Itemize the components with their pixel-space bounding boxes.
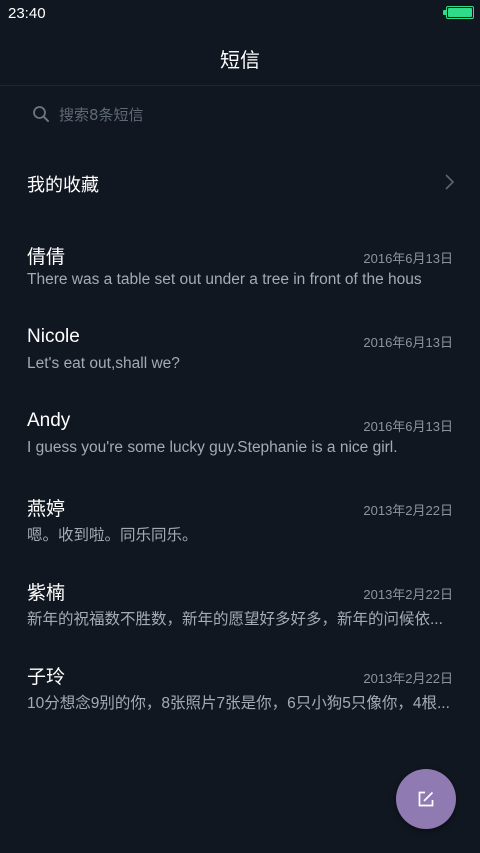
message-item[interactable]: 燕婷 2013年2月22日 嗯。收到啦。同乐同乐。 (0, 480, 480, 564)
sender-name: 燕婷 (27, 499, 66, 520)
sender-name: 倩倩 (27, 247, 66, 268)
compose-button[interactable] (396, 769, 456, 829)
message-date: 2016年6月13日 (363, 335, 453, 350)
message-item[interactable]: Andy 2016年6月13日 I guess you're some luck… (0, 396, 480, 480)
favorites-label: 我的收藏 (27, 175, 99, 196)
battery-level-fill (448, 8, 472, 17)
message-preview: 嗯。收到啦。同乐同乐。 (27, 527, 198, 544)
message-item[interactable]: 紫楠 2013年2月22日 新年的祝福数不胜数，新年的愿望好多好多，新年的问候依… (0, 564, 480, 648)
message-date: 2013年2月22日 (363, 587, 453, 602)
page-title: 短信 (220, 48, 260, 72)
search-icon (33, 106, 49, 122)
title-bar: 短信 (0, 28, 480, 86)
message-preview: I guess you're some lucky guy.Stephanie … (27, 439, 398, 456)
status-bar: 23:40 (0, 0, 480, 28)
message-item[interactable]: 子玲 2013年2月22日 10分想念9别的你，8张照片7张是你，6只小狗5只像… (0, 648, 480, 732)
search-input[interactable]: 搜索8条短信 (59, 104, 144, 125)
sender-name: 子玲 (27, 667, 66, 688)
sender-name: Nicole (27, 326, 80, 347)
message-preview: Let's eat out,shall we? (27, 355, 180, 372)
sender-name: 紫楠 (27, 583, 66, 604)
status-time: 23:40 (8, 5, 46, 22)
search-bar[interactable]: 搜索8条短信 (26, 98, 454, 130)
message-item[interactable]: Nicole 2016年6月13日 Let's eat out,shall we… (0, 312, 480, 396)
chevron-right-icon (445, 174, 455, 190)
message-date: 2016年6月13日 (363, 251, 453, 266)
message-preview: 新年的祝福数不胜数，新年的愿望好多好多，新年的问候依... (27, 611, 443, 628)
compose-icon (418, 791, 434, 807)
message-date: 2013年2月22日 (363, 671, 453, 686)
message-date: 2013年2月22日 (363, 503, 453, 518)
battery-icon (443, 6, 474, 19)
message-preview: There was a table set out under a tree i… (27, 271, 422, 288)
message-preview: 10分想念9别的你，8张照片7张是你，6只小狗5只像你，4根... (27, 695, 450, 712)
message-item[interactable]: 倩倩 2016年6月13日 There was a table set out … (0, 228, 480, 312)
message-list: 倩倩 2016年6月13日 There was a table set out … (0, 228, 480, 732)
favorites-row[interactable]: 我的收藏 (0, 158, 480, 208)
message-date: 2016年6月13日 (363, 419, 453, 434)
sender-name: Andy (27, 410, 71, 431)
